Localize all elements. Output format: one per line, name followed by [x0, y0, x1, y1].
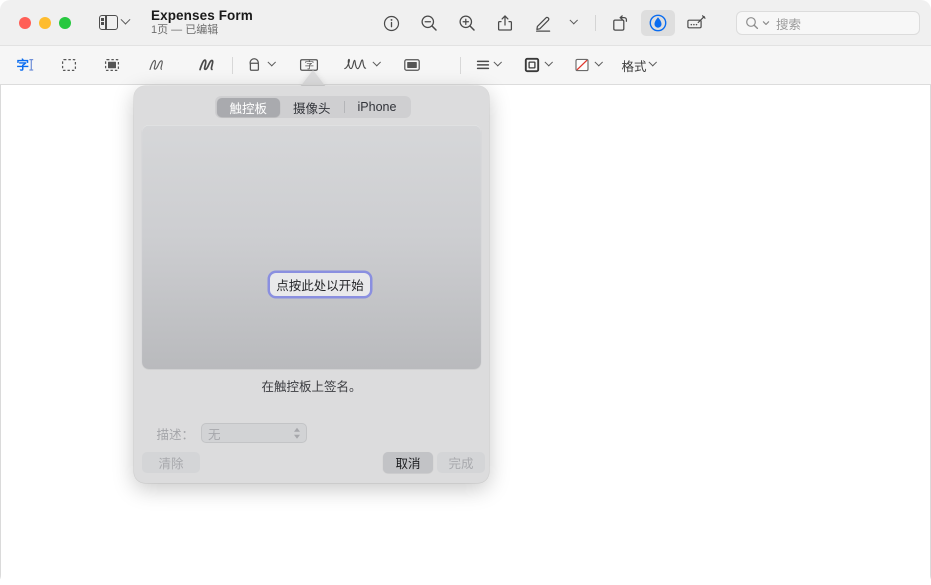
signature-capture-popover: 触控板 摄像头 iPhone 点按此处以开始 在触控板上签名。 描述： 无 清除… — [134, 86, 489, 483]
note-tool-button[interactable] — [398, 52, 426, 78]
info-icon — [383, 15, 399, 31]
signature-tool-button[interactable] — [340, 52, 383, 78]
done-button-label: 完成 — [448, 457, 474, 471]
signature-canvas[interactable]: 点按此处以开始 — [142, 125, 481, 369]
start-signature-button[interactable]: 点按此处以开始 — [270, 273, 370, 296]
description-value: 无 — [208, 427, 221, 442]
markup-toolbar: 字 字 格式 — [0, 46, 931, 85]
popover-arrow — [300, 70, 326, 87]
instant-alpha-tool-button[interactable] — [98, 52, 126, 78]
chevron-down-icon — [648, 58, 657, 67]
markup-toolbar-divider-2 — [460, 56, 461, 74]
tab-camera-label: 摄像头 — [293, 101, 331, 116]
chevron-down-icon — [570, 16, 578, 25]
tab-trackpad-label: 触控板 — [229, 101, 268, 116]
markup-icon — [649, 14, 667, 32]
share-icon — [497, 15, 513, 31]
zoom-in-icon — [459, 15, 475, 31]
chevron-down-icon — [372, 58, 381, 67]
description-row: 描述： 无 — [134, 423, 489, 443]
pen-icon — [535, 16, 550, 32]
chevron-down-icon — [267, 58, 276, 67]
chevron-down-icon — [594, 58, 603, 67]
search-input[interactable]: 搜索 — [776, 14, 801, 33]
sketch-icon — [149, 59, 163, 70]
done-button[interactable]: 完成 — [437, 452, 485, 473]
tab-iphone[interactable]: iPhone — [345, 98, 410, 117]
clear-button[interactable]: 清除 — [142, 452, 200, 473]
text-style-tool-button[interactable] — [471, 52, 504, 78]
signature-hint-text: 在触控板上签名。 — [261, 380, 362, 394]
maximize-window-button[interactable] — [59, 16, 71, 29]
annotate-button[interactable] — [679, 10, 713, 36]
tab-trackpad[interactable]: 触控板 — [216, 97, 281, 117]
sketch-tool-button[interactable] — [144, 52, 172, 78]
markup-pen-button[interactable] — [526, 10, 560, 36]
cancel-button-label: 取消 — [395, 457, 421, 471]
chevron-down-icon — [493, 58, 502, 67]
chevron-up-down-icon — [294, 427, 300, 439]
chevron-down-icon[interactable] — [762, 19, 770, 27]
document-title-block: Expenses Form 1页 — 已编辑 — [151, 8, 253, 37]
window-titlebar: Expenses Form 1页 — 已编辑 搜索 — [0, 0, 931, 46]
markup-toolbar-divider — [232, 56, 233, 74]
tab-iphone-label: iPhone — [357, 100, 397, 114]
preview-window: Expenses Form 1页 — 已编辑 搜索 字 字 格式 触控板 摄像头… — [0, 0, 931, 585]
popover-button-row: 清除 取消 完成 — [134, 452, 489, 476]
rotate-icon — [612, 14, 627, 31]
start-signature-label: 点按此处以开始 — [276, 279, 364, 293]
toolbar-divider — [595, 15, 596, 31]
info-button[interactable] — [374, 10, 408, 36]
search-icon — [746, 17, 759, 30]
zoom-in-button[interactable] — [450, 10, 484, 36]
zoom-out-button[interactable] — [412, 10, 446, 36]
chevron-down-icon[interactable] — [120, 14, 131, 25]
rectangular-selection-tool-button[interactable] — [55, 52, 83, 78]
markup-pen-options-button[interactable] — [564, 10, 584, 36]
clear-button-label: 清除 — [158, 457, 184, 471]
markup-button[interactable] — [641, 10, 675, 36]
border-color-tool-button[interactable] — [570, 52, 605, 78]
rectangular-selection-icon — [61, 58, 77, 72]
signature-source-tabs: 触控板 摄像头 iPhone — [215, 96, 411, 118]
note-icon — [404, 59, 420, 71]
format-label: 格式 — [621, 59, 647, 74]
document-subtitle: 1页 — 已编辑 — [151, 24, 219, 37]
text-selection-icon: 字 — [17, 57, 34, 72]
sidebar-toggle-button[interactable] — [99, 14, 131, 31]
toolbar-actions — [374, 0, 717, 46]
draw-icon — [199, 59, 214, 71]
format-menu-button[interactable]: 格式 — [619, 52, 659, 78]
search-field[interactable]: 搜索 — [736, 11, 920, 35]
shapes-tool-button[interactable] — [243, 52, 278, 78]
signature-icon — [343, 58, 366, 70]
chevron-down-icon — [544, 58, 553, 67]
text-selection-tool-button[interactable]: 字 — [12, 52, 40, 78]
text-align-icon — [476, 60, 490, 70]
no-fill-icon — [575, 58, 589, 72]
minimize-window-button[interactable] — [39, 16, 51, 29]
traffic-lights — [19, 16, 71, 29]
shape-style-icon — [524, 57, 539, 73]
description-label: 描述： — [156, 427, 194, 442]
tab-camera[interactable]: 摄像头 — [280, 98, 344, 117]
sidebar-icon — [99, 14, 118, 31]
cancel-button[interactable]: 取消 — [383, 452, 433, 473]
shape-style-tool-button[interactable] — [520, 52, 555, 78]
shapes-icon — [249, 58, 260, 71]
rotate-button[interactable] — [603, 10, 637, 36]
zoom-out-icon — [421, 15, 437, 31]
close-window-button[interactable] — [19, 16, 31, 29]
annotate-icon — [686, 15, 706, 29]
share-button[interactable] — [488, 10, 522, 36]
svg-text:字: 字 — [17, 57, 30, 72]
page-title: Expenses Form — [151, 7, 253, 23]
description-popup-button[interactable]: 无 — [201, 423, 307, 443]
draw-tool-button[interactable] — [194, 52, 222, 78]
instant-alpha-icon — [104, 58, 120, 72]
